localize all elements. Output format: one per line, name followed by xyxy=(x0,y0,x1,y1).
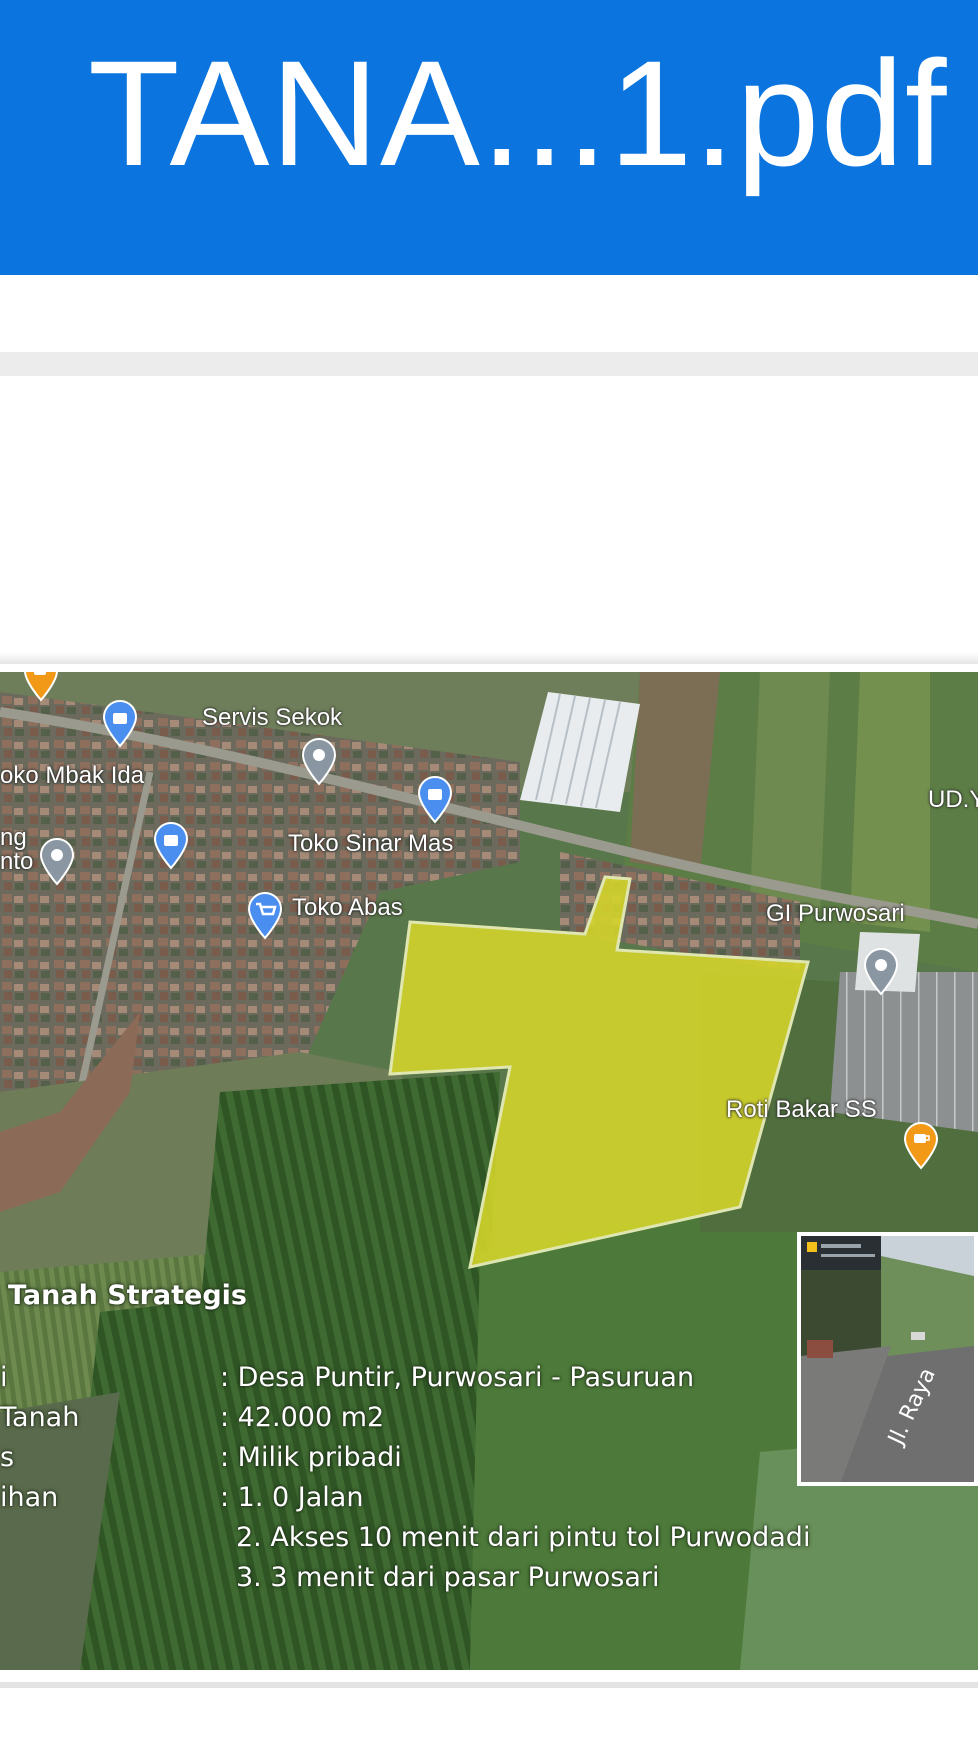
toolbar-divider xyxy=(0,352,978,376)
info-row-value: : 1. 0 Jalan xyxy=(220,1482,364,1513)
map-background xyxy=(0,672,978,1670)
place-label: Roti Bakar SS xyxy=(726,1096,877,1123)
place-label: oko Mbak Ida xyxy=(0,762,145,789)
place-label: Servis Sekok xyxy=(202,704,343,731)
info-row-label: s xyxy=(0,1442,15,1473)
place-label: nto xyxy=(0,848,34,875)
street-view-thumbnail: Jl. Raya xyxy=(797,1232,978,1486)
info-row-value: 3. 3 menit dari pasar Purwosari xyxy=(236,1562,660,1593)
place-label: GI Purwosari xyxy=(766,900,905,927)
shopping-bag-pin-icon xyxy=(417,776,453,824)
info-row-label: Tanah xyxy=(0,1402,80,1433)
shopping-cart-pin-icon xyxy=(247,892,283,940)
info-row-value: : Desa Puntir, Purwosari - Pasuruan xyxy=(220,1362,695,1393)
map-pin-icon xyxy=(863,948,899,996)
info-row-value: : 42.000 m2 xyxy=(220,1402,385,1433)
info-row-value: : Milik pribadi xyxy=(220,1442,402,1473)
coffee-pin-icon xyxy=(903,1122,939,1170)
place-label: Toko Abas xyxy=(292,894,403,921)
page-separator xyxy=(0,652,978,664)
document-title: TANA...1.pdf xyxy=(88,29,948,197)
street-view-image: Jl. Raya xyxy=(801,1236,974,1482)
page-footer-space xyxy=(0,1670,978,1740)
place-label: Toko Sinar Mas xyxy=(288,830,454,857)
info-title: Tanah Strategis xyxy=(8,1280,247,1311)
page-separator xyxy=(0,1682,978,1688)
map-pin-icon xyxy=(301,738,337,786)
satellite-map-image: Servis Sekok oko Mbak Ida Toko Sinar Mas… xyxy=(0,672,978,1670)
pdf-title-bar: TANA...1.pdf xyxy=(0,0,978,275)
shopping-bag-pin-icon xyxy=(102,700,138,748)
info-row-value: 2. Akses 10 menit dari pintu tol Purwoda… xyxy=(236,1522,811,1553)
place-label: UD.Y xyxy=(928,786,978,813)
shopping-bag-pin-icon xyxy=(153,822,189,870)
info-row-label: ihan xyxy=(0,1482,59,1513)
coffee-pin-icon xyxy=(24,672,58,702)
info-row-label: i xyxy=(0,1362,8,1393)
map-pin-icon xyxy=(39,838,75,886)
